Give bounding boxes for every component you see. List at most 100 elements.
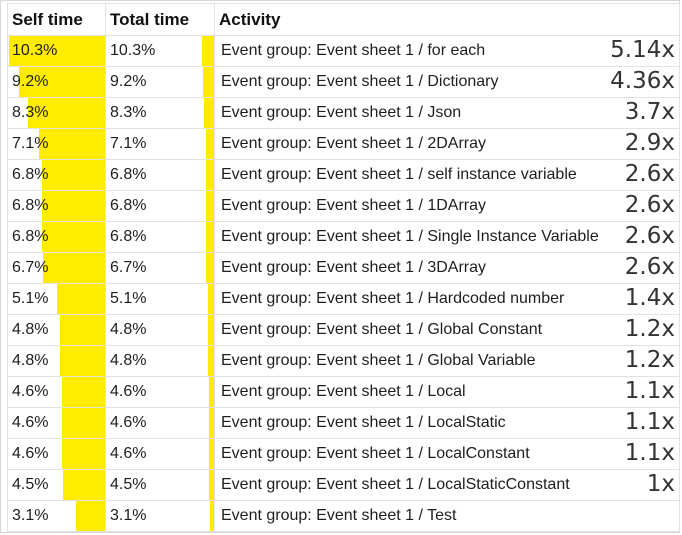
self-time-value: 4.8% [12,321,49,338]
self-time-cell: 6.8% [7,190,106,222]
total-time-bar [205,129,214,159]
self-time-cell: 4.8% [7,345,106,377]
activity-label: Event group: Event sheet 1 / 2DArray [221,135,487,152]
table-row[interactable]: 5.1% 5.1% Event group: Event sheet 1 / Har… [7,283,680,315]
total-time-bar [206,222,214,252]
table-row[interactable]: 6.8% 6.8% Event group: Event sheet 1 / Sin… [7,221,680,253]
self-time-value: 4.6% [12,414,49,431]
activity-label: Event group: Event sheet 1 / self instan… [221,166,577,183]
total-time-cell: 4.6% [105,438,215,470]
total-time-value: 4.6% [110,414,147,431]
header-row: Self time Total time Activity [7,3,680,36]
total-time-cell: 4.8% [105,345,215,377]
self-time-cell: 4.8% [7,314,106,346]
activity-cell: Event group: Event sheet 1 / Dictionary 4… [214,66,680,98]
self-time-bar [41,222,105,252]
self-time-bar [42,253,105,283]
table-row[interactable]: 4.8% 4.8% Event group: Event sheet 1 / Glo… [7,314,680,346]
table-row[interactable]: 6.8% 6.8% Event group: Event sheet 1 / 1DA… [7,190,680,222]
activity-label: Event group: Event sheet 1 / Local [221,383,466,400]
activity-label: Event group: Event sheet 1 / Single Inst… [221,228,599,245]
speed-annotation: 2.6x [624,254,675,280]
activity-header[interactable]: Activity [214,3,680,36]
self-time-cell: 3.1% [7,500,106,532]
activity-cell: Event group: Event sheet 1 / Local 1.1x [214,376,680,408]
total-time-bar [208,439,214,469]
self-time-bar [41,191,105,221]
total-time-bar [208,315,214,345]
total-time-bar [206,253,214,283]
table-row[interactable]: 6.7% 6.7% Event group: Event sheet 1 / 3DA… [7,252,680,284]
total-time-bar [208,284,214,314]
activity-cell: Event group: Event sheet 1 / for each 5.1… [214,35,680,67]
table-row[interactable]: 7.1% 7.1% Event group: Event sheet 1 / 2DA… [7,128,680,160]
total-time-bar [210,501,214,531]
total-time-bar [202,36,214,66]
self-time-cell: 8.3% [7,97,106,129]
total-time-cell: 4.8% [105,314,215,346]
table-row[interactable]: 4.5% 4.5% Event group: Event sheet 1 / Loc… [7,469,680,501]
table-row[interactable]: 4.6% 4.6% Event group: Event sheet 1 / Loc… [7,438,680,470]
speed-annotation: 5.14x [610,37,675,63]
total-time-value: 4.6% [110,445,147,462]
self-time-value: 4.5% [12,476,49,493]
self-time-value: 6.8% [12,166,49,183]
total-time-bar [206,160,214,190]
speed-annotation: 1.1x [624,409,675,435]
self-time-value: 4.8% [12,352,49,369]
self-time-cell: 6.8% [7,221,106,253]
table-row[interactable]: 9.2% 9.2% Event group: Event sheet 1 / Dic… [7,66,680,98]
activity-label: Event group: Event sheet 1 / Test [221,507,457,524]
activity-cell: Event group: Event sheet 1 / Global Vari… [214,345,680,377]
table-row[interactable]: 4.8% 4.8% Event group: Event sheet 1 / Glo… [7,345,680,377]
self-time-value: 7.1% [12,135,49,152]
total-time-value: 6.8% [110,166,147,183]
self-time-cell: 4.6% [7,376,106,408]
total-time-cell: 4.6% [105,407,215,439]
table-row[interactable]: 3.1% 3.1% Event group: Event sheet 1 / Tes… [7,500,680,532]
self-time-bar [62,408,105,438]
table-row[interactable]: 4.6% 4.6% Event group: Event sheet 1 / Loc… [7,376,680,408]
speed-annotation: 1x [646,471,675,497]
total-time-cell: 7.1% [105,128,215,160]
self-time-cell: 7.1% [7,128,106,160]
table-row[interactable]: 6.8% 6.8% Event group: Event sheet 1 / sel… [7,159,680,191]
total-time-bar [208,408,214,438]
total-time-value: 3.1% [110,507,147,524]
total-time-value: 7.1% [110,135,147,152]
speed-annotation: 2.6x [624,223,675,249]
self-time-value: 4.6% [12,445,49,462]
self-time-header[interactable]: Self time [7,3,106,36]
self-time-bar [60,315,105,345]
activity-label: Event group: Event sheet 1 / 3DArray [221,259,487,276]
total-time-value: 4.6% [110,383,147,400]
activity-cell: Event group: Event sheet 1 / LocalConsta… [214,438,680,470]
table-row[interactable]: 4.6% 4.6% Event group: Event sheet 1 / Loc… [7,407,680,439]
self-time-value: 9.2% [12,73,49,90]
self-time-bar [41,160,105,190]
total-time-value: 4.5% [110,476,147,493]
activity-label: Event group: Event sheet 1 / LocalStatic… [221,476,570,493]
activity-label: Event group: Event sheet 1 / LocalStatic [221,414,506,431]
self-time-bar [76,501,105,531]
activity-cell: Event group: Event sheet 1 / LocalStatic… [214,469,680,501]
self-time-cell: 6.8% [7,159,106,191]
total-time-value: 6.7% [110,259,147,276]
table-row[interactable]: 8.3% 8.3% Event group: Event sheet 1 / Jso… [7,97,680,129]
total-time-cell: 3.1% [105,500,215,532]
activity-cell: Event group: Event sheet 1 / Hardcoded n… [214,283,680,315]
self-time-bar [63,470,105,500]
self-time-value: 6.8% [12,197,49,214]
total-time-cell: 5.1% [105,283,215,315]
table-row[interactable]: 10.3% 10.3% Event group: Event sheet 1 / f… [7,35,680,67]
total-time-header[interactable]: Total time [105,3,215,36]
total-time-bar [208,346,214,376]
self-time-bar [62,377,105,407]
activity-label: Event group: Event sheet 1 / 1DArray [221,197,487,214]
total-time-cell: 10.3% [105,35,215,67]
total-time-value: 4.8% [110,352,147,369]
activity-label: Event group: Event sheet 1 / Dictionary [221,73,499,90]
self-time-value: 8.3% [12,104,49,121]
speed-annotation: 1.1x [624,378,675,404]
speed-annotation: 2.9x [624,130,675,156]
